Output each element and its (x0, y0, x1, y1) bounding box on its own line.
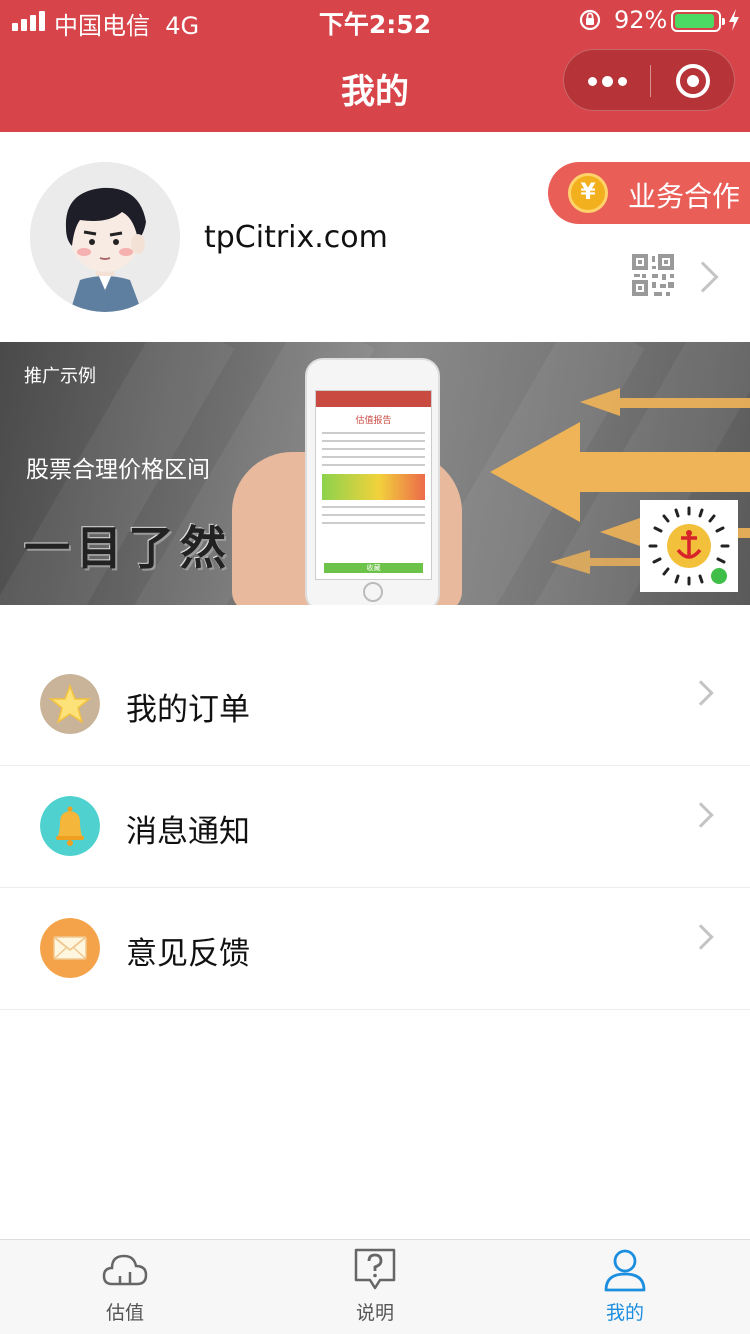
phone-screen-title: 估值报告 (355, 416, 392, 426)
phone-screen-button: 收藏 (324, 563, 423, 573)
tab-label: 我的 (605, 1302, 644, 1324)
tab-label: 估值 (105, 1302, 144, 1324)
dot-icon (601, 75, 613, 87)
battery-icon (671, 10, 725, 32)
menu-item-label: 意见反馈 (126, 936, 250, 972)
mail-icon (40, 918, 100, 978)
bell-icon (40, 796, 100, 856)
menu-item-notifications[interactable]: 消息通知 (0, 766, 750, 888)
menu-item-feedback[interactable]: 意见反馈 (0, 888, 750, 1010)
bottom-tab-bar: 估值 说明 我的 (0, 1239, 750, 1334)
miniprogram-code[interactable] (640, 500, 738, 592)
profile-card[interactable]: tpCitrix.com ¥ 业务合作 (0, 132, 750, 342)
business-cooperation-button[interactable]: ¥ 业务合作 (548, 162, 750, 224)
help-icon (354, 1248, 396, 1290)
banner-headline: 股票合理价格区间 (26, 457, 210, 483)
chevron-right-icon (687, 261, 719, 293)
avatar[interactable] (30, 162, 180, 312)
star-icon (40, 674, 100, 734)
dot-icon (617, 76, 627, 86)
banner-tag: 推广示例 (24, 366, 96, 387)
chevron-right-icon (688, 680, 714, 706)
phone-illustration: 估值报告 收藏 (305, 358, 440, 605)
user-icon (604, 1249, 646, 1292)
menu-item-orders[interactable]: 我的订单 (0, 644, 750, 766)
capsule-divider (650, 65, 651, 97)
banner-slogan: 一目了然 (24, 521, 232, 575)
app-header: 中国电信 4G 下午2:52 92% 我的 (0, 0, 750, 132)
tab-mine[interactable]: 我的 (500, 1240, 750, 1334)
menu-list: 我的订单 消息通知 意见反馈 (0, 644, 750, 1010)
tab-valuation[interactable]: 估值 (0, 1240, 250, 1334)
avatar-illustration (30, 162, 180, 312)
username: tpCitrix.com (204, 220, 388, 255)
rotation-lock-icon (579, 9, 601, 31)
menu-item-label: 我的订单 (126, 692, 250, 728)
dot-icon (587, 76, 597, 86)
charging-bolt-icon (729, 9, 739, 31)
miniprogram-capsule (563, 49, 735, 111)
battery-percent: 92% (614, 6, 668, 34)
menu-item-label: 消息通知 (126, 814, 250, 850)
cooperation-label: 业务合作 (628, 180, 741, 213)
tab-help[interactable]: 说明 (250, 1240, 500, 1334)
chevron-right-icon (688, 924, 714, 950)
promo-banner[interactable]: 推广示例 股票合理价格区间 一目了然 估值报告 收藏 (0, 342, 750, 605)
tab-label: 说明 (355, 1302, 394, 1324)
yuan-coin-icon: ¥ (568, 173, 608, 213)
cloud-icon (102, 1254, 148, 1286)
more-options-button[interactable] (564, 50, 650, 112)
home-button-icon (363, 582, 383, 602)
chevron-right-icon (688, 802, 714, 828)
status-bar: 中国电信 4G 下午2:52 92% (0, 0, 750, 44)
phone-screen: 估值报告 收藏 (315, 390, 432, 580)
qr-code-icon[interactable] (632, 254, 674, 296)
close-miniprogram-button[interactable] (676, 64, 710, 98)
